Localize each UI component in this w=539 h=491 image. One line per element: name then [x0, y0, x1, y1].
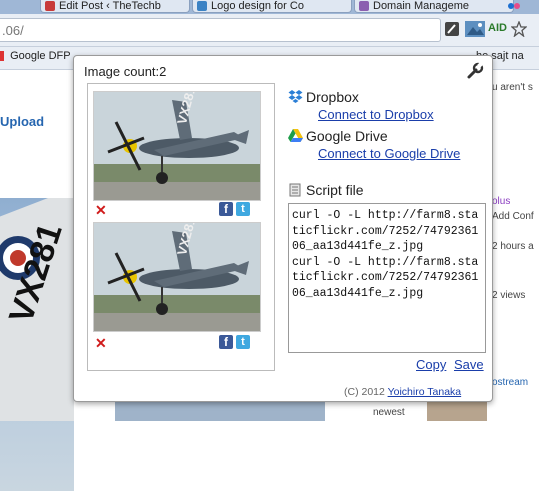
star-bookmark-icon[interactable]	[510, 20, 528, 38]
site-favicon-icon	[197, 1, 207, 11]
facebook-icon[interactable]: f	[219, 202, 233, 216]
wordpress-favicon-icon	[45, 1, 55, 11]
bg-text: ostream	[492, 377, 529, 388]
connect-dropbox-link[interactable]: Connect to Dropbox	[318, 107, 434, 122]
tab-label: Domain Manageme	[373, 0, 469, 12]
tab-strip: Edit Post ‹ TheTechb Logo design for Co …	[0, 0, 539, 14]
background-image-strip	[115, 400, 325, 421]
twitter-icon[interactable]: t	[236, 335, 250, 349]
bg-text: 2 views	[492, 290, 526, 301]
page-tools-icon[interactable]	[444, 21, 460, 37]
delete-icon[interactable]: ✕	[95, 202, 107, 218]
script-file-icon	[288, 183, 303, 197]
extension-tab-icon[interactable]	[508, 0, 520, 12]
author-link[interactable]: Yoichiro Tanaka	[388, 386, 462, 398]
google-drive-title: Google Drive	[288, 128, 460, 144]
delete-icon[interactable]: ✕	[95, 335, 107, 351]
script-file-section: Script file	[288, 182, 364, 198]
dropbox-icon	[288, 90, 303, 104]
wrench-settings-icon[interactable]	[466, 62, 484, 80]
tab-label: Logo design for Co	[211, 0, 304, 12]
background-image-strip	[427, 400, 487, 421]
dropbox-section: Dropbox Connect to Dropbox	[288, 89, 434, 122]
site-favicon-icon	[359, 1, 369, 11]
browser-toolbar: AID	[0, 14, 539, 47]
image-popup: Image count:2 VX281 ✕ f t VX281 ✕ f t Dr…	[73, 55, 493, 402]
image-thumbnail[interactable]: VX281	[93, 91, 261, 201]
facebook-icon[interactable]: f	[219, 335, 233, 349]
copy-link[interactable]: Copy	[416, 357, 446, 372]
url-input[interactable]	[2, 21, 422, 39]
aid-extension-icon[interactable]: AID	[488, 22, 507, 34]
upload-link[interactable]: Upload	[0, 114, 44, 129]
tab-label: Edit Post ‹ TheTechb	[59, 0, 161, 12]
script-textarea[interactable]: curl -O -L http://farm8.staticflickr.com…	[288, 203, 486, 353]
google-drive-icon	[288, 129, 303, 143]
tab-edit-post[interactable]: Edit Post ‹ TheTechb	[40, 0, 190, 13]
image-actions: ✕ f t	[93, 335, 259, 351]
bookmark-google-dfp[interactable]: Google DFP	[0, 50, 71, 62]
save-link[interactable]: Save	[454, 357, 484, 372]
bg-text: newest	[373, 407, 405, 418]
image-count-label: Image count:2	[84, 64, 167, 79]
script-actions: Copy Save	[412, 357, 484, 372]
address-bar[interactable]	[0, 18, 441, 42]
image-thumbnail[interactable]: VX281	[93, 222, 261, 332]
bg-text: Add Conf	[492, 211, 534, 222]
bg-text: olus	[492, 196, 511, 207]
google-drive-section: Google Drive Connect to Google Drive	[288, 128, 460, 161]
image-gallery: VX281 ✕ f t VX281 ✕ f t	[87, 83, 275, 371]
tab-logo-design[interactable]: Logo design for Co	[192, 0, 352, 13]
bg-text: u aren't s	[492, 82, 533, 93]
google-favicon-icon	[0, 51, 4, 62]
twitter-icon[interactable]: t	[236, 202, 250, 216]
background-aircraft-image: VX281	[0, 198, 74, 491]
connect-google-drive-link[interactable]: Connect to Google Drive	[318, 146, 460, 161]
image-extension-icon[interactable]	[465, 21, 485, 37]
bg-text: 2 hours a	[492, 241, 534, 252]
dropbox-title: Dropbox	[288, 89, 434, 105]
tab-domain-management[interactable]: Domain Manageme	[354, 0, 514, 13]
image-actions: ✕ f t	[93, 202, 259, 218]
script-file-title: Script file	[288, 182, 364, 198]
copyright-notice: (C) 2012 Yoichiro Tanaka	[344, 386, 462, 398]
